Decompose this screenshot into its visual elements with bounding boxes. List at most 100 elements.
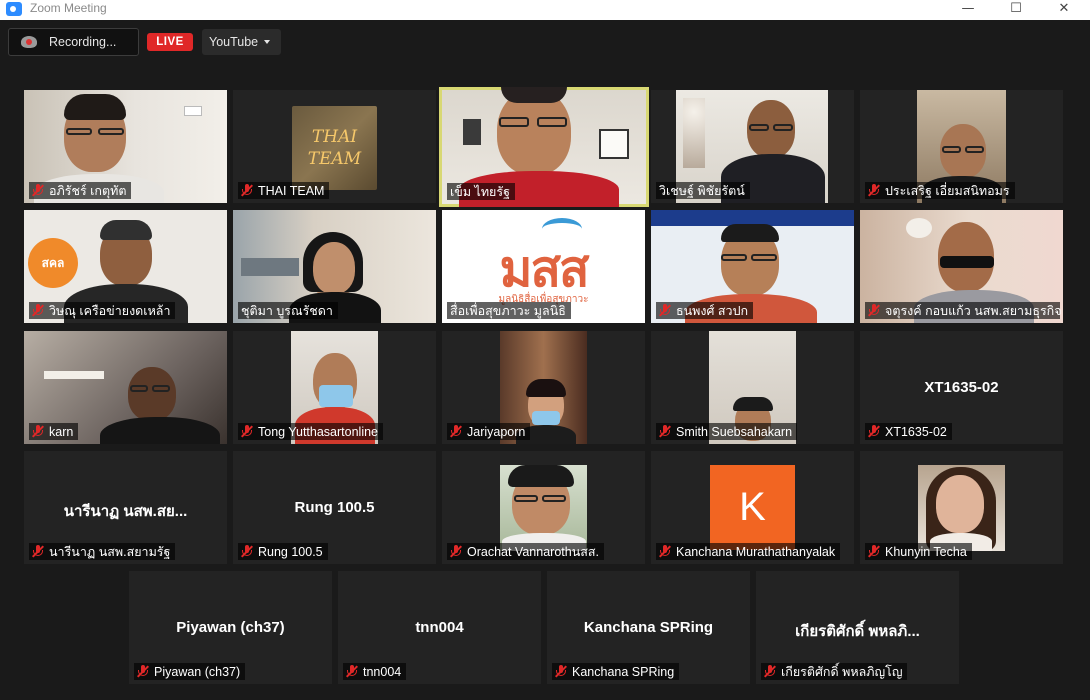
glasses-shape bbox=[751, 254, 777, 261]
cloud-record-icon bbox=[21, 36, 37, 48]
participant-tile[interactable]: อภิรัชร์ เกตุทัต bbox=[24, 90, 227, 203]
participant-tile[interactable]: จตุรงค์ กอบแก้ว นสพ.สยามธุรกิจ bbox=[860, 210, 1063, 323]
participant-tile[interactable]: Smith Suebsahakarn bbox=[651, 331, 854, 444]
meeting-topbar: Recording... LIVE YouTube bbox=[0, 20, 1090, 64]
participant-tile[interactable]: ชุติมา บูรณรัชดา bbox=[233, 210, 436, 323]
hair-shape bbox=[526, 379, 566, 397]
participant-display-name: เกียรติศักดิ์ พหลภิ... bbox=[795, 623, 920, 640]
participant-nameplate: เกียรติศักดิ์ พหลภิญโญ bbox=[761, 663, 908, 680]
participant-tile[interactable]: K Kanchana Murathathanyalak bbox=[651, 451, 854, 564]
participant-nameplate: ประเสริฐ เอี่ยมสนิทอมร bbox=[865, 182, 1015, 199]
glasses-shape bbox=[965, 146, 984, 153]
mic-muted-icon bbox=[31, 545, 45, 558]
participant-tile[interactable]: Orachat Vannarothนสส. bbox=[442, 451, 645, 564]
participant-tile[interactable]: สคล วิษณุ เครือข่ายงดเหล้า bbox=[24, 210, 227, 323]
gallery-grid: อภิรัชร์ เกตุทัต THAI TEAM THAI TEAM เข็… bbox=[0, 64, 1090, 700]
participant-name: Kanchana SPRing bbox=[572, 664, 675, 679]
equipment-image bbox=[241, 258, 299, 276]
zoom-app-icon bbox=[6, 2, 22, 16]
stream-target-dropdown[interactable]: YouTube bbox=[202, 29, 281, 55]
participant-nameplate: Kanchana Murathathanyalak bbox=[656, 543, 841, 560]
participant-name: เกียรติศักดิ์ พหลภิญโญ bbox=[781, 664, 903, 679]
participant-nameplate: Rung 100.5 bbox=[238, 543, 328, 560]
glasses-shape bbox=[942, 146, 961, 153]
participant-tile[interactable]: tnn004 tnn004 bbox=[338, 571, 541, 684]
participant-display-name: Kanchana SPRing bbox=[583, 619, 714, 636]
participant-tile[interactable]: Khunyin Techa bbox=[860, 451, 1063, 564]
participant-tile[interactable]: THAI TEAM THAI TEAM bbox=[233, 90, 436, 203]
participant-tile[interactable]: Piyawan (ch37) Piyawan (ch37) bbox=[129, 571, 332, 684]
participant-name: Kanchana Murathathanyalak bbox=[676, 544, 836, 559]
participant-nameplate: XT1635-02 bbox=[865, 423, 952, 440]
mic-muted-icon bbox=[763, 665, 777, 678]
close-button[interactable]: ✕ bbox=[1041, 0, 1087, 20]
participant-nameplate: Jariyaporn bbox=[447, 423, 531, 440]
mic-muted-icon bbox=[554, 665, 568, 678]
mic-muted-icon bbox=[31, 425, 45, 438]
hair-shape bbox=[508, 465, 574, 487]
glasses-shape bbox=[773, 124, 793, 131]
flower-decor-image bbox=[683, 98, 705, 168]
participant-tile[interactable]: Kanchana SPRing Kanchana SPRing bbox=[547, 571, 750, 684]
participant-nameplate: สื่อเพื่อสุขภาวะ มูลนิธิ bbox=[447, 302, 571, 319]
participant-name: วิเชษฐ์ พิชัยรัตน์ bbox=[659, 183, 745, 198]
cap-shape bbox=[100, 220, 152, 240]
mic-muted-icon bbox=[867, 425, 881, 438]
face-mask-shape bbox=[319, 385, 353, 407]
mic-muted-icon bbox=[449, 545, 463, 558]
frame-image bbox=[463, 119, 481, 145]
participant-name: เข็ม ไทยรัฐ bbox=[450, 184, 510, 199]
participant-display-name: Rung 100.5 bbox=[294, 499, 375, 516]
participant-name: อภิรัชร์ เกตุทัต bbox=[49, 183, 127, 198]
sko-badge: สคล bbox=[28, 238, 78, 288]
participant-tile[interactable]: Rung 100.5 Rung 100.5 bbox=[233, 451, 436, 564]
chevron-down-icon bbox=[264, 40, 271, 44]
participant-name: Piyawan (ch37) bbox=[154, 664, 241, 679]
participant-tile[interactable]: ประเสริฐ เอี่ยมสนิทอมร bbox=[860, 90, 1063, 203]
mic-muted-icon bbox=[240, 184, 254, 197]
participant-nameplate: วิษณุ เครือข่ายงดเหล้า bbox=[29, 302, 176, 319]
mic-muted-icon bbox=[31, 304, 45, 317]
glasses-shape bbox=[537, 117, 567, 127]
participant-nameplate: นารีนาฏ นสพ.สยามรัฐ bbox=[29, 543, 176, 560]
participant-tile[interactable]: มสส มูลนิธิสื่อเพื่อสุขภาวะ สื่อเพื่อสุข… bbox=[442, 210, 645, 323]
minimize-button[interactable]: — bbox=[945, 0, 991, 20]
participant-name: THAI TEAM bbox=[258, 183, 325, 198]
participant-nameplate: จตุรงค์ กอบแก้ว นสพ.สยามธุรกิจ bbox=[865, 302, 1062, 319]
participant-tile-active-speaker[interactable]: เข็ม ไทยรัฐ bbox=[439, 87, 649, 207]
participant-tile[interactable]: เกียรติศักดิ์ พหลภิ... เกียรติศักดิ์ พหล… bbox=[756, 571, 959, 684]
recording-indicator[interactable]: Recording... bbox=[8, 28, 139, 56]
participant-nameplate: Orachat Vannarothนสส. bbox=[447, 543, 604, 560]
glasses-shape bbox=[514, 495, 538, 502]
avatar: K bbox=[710, 465, 795, 550]
hair-shape bbox=[64, 94, 126, 120]
face-mask-shape bbox=[532, 411, 560, 425]
participant-nameplate: Smith Suebsahakarn bbox=[656, 423, 798, 440]
participant-nameplate: Kanchana SPRing bbox=[552, 663, 680, 680]
participant-nameplate: tnn004 bbox=[343, 663, 407, 680]
participant-tile[interactable]: Tong Yutthasartonline bbox=[233, 331, 436, 444]
hair-shape bbox=[721, 224, 779, 242]
participant-name: karn bbox=[49, 424, 74, 439]
window-titlebar: Zoom Meeting — ☐ ✕ bbox=[0, 0, 1090, 20]
participant-name: วิษณุ เครือข่ายงดเหล้า bbox=[49, 303, 171, 318]
participant-tile[interactable]: XT1635-02 XT1635-02 bbox=[860, 331, 1063, 444]
participant-tile[interactable]: ธนพงศ์ สวปก bbox=[651, 210, 854, 323]
glasses-shape bbox=[66, 128, 92, 135]
mic-muted-icon bbox=[449, 425, 463, 438]
wall-switch-image bbox=[184, 106, 202, 116]
participant-name: Tong Yutthasartonline bbox=[258, 424, 379, 439]
participant-tile[interactable]: Jariyaporn bbox=[442, 331, 645, 444]
participant-name: Khunyin Techa bbox=[885, 544, 967, 559]
participant-display-name: tnn004 bbox=[415, 619, 464, 636]
participant-name: tnn004 bbox=[363, 664, 402, 679]
maximize-button[interactable]: ☐ bbox=[993, 0, 1039, 20]
recording-label: Recording... bbox=[49, 35, 117, 49]
participant-body bbox=[100, 417, 220, 444]
thai-team-logo: THAI TEAM bbox=[292, 106, 377, 190]
participant-tile[interactable]: karn bbox=[24, 331, 227, 444]
glasses-shape bbox=[542, 495, 566, 502]
participant-nameplate: Tong Yutthasartonline bbox=[238, 423, 384, 440]
participant-tile[interactable]: วิเชษฐ์ พิชัยรัตน์ bbox=[651, 90, 854, 203]
participant-tile[interactable]: นารีนาฏ นสพ.สย... นารีนาฏ นสพ.สยามรัฐ bbox=[24, 451, 227, 564]
